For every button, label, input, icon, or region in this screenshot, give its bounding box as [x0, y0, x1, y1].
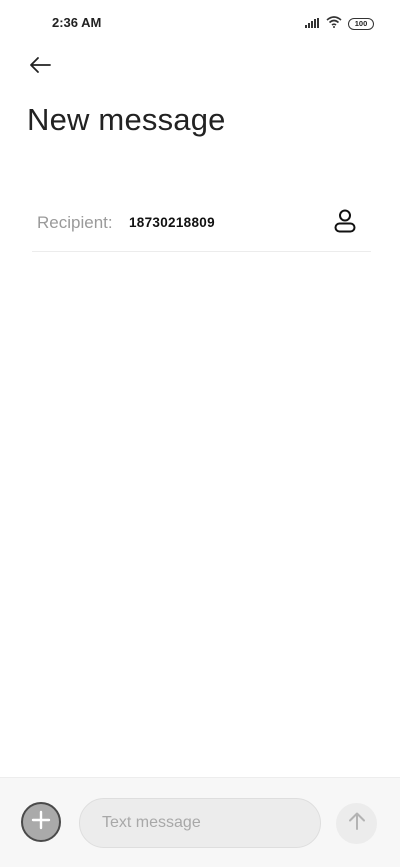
compose-bar [0, 777, 400, 867]
status-bar: 2:36 AM 100 [0, 0, 400, 46]
message-input[interactable] [79, 798, 321, 848]
status-icons: 100 [305, 15, 374, 33]
recipient-row[interactable]: Recipient: 18730218809 [32, 198, 371, 252]
recipient-label: Recipient: [37, 213, 113, 232]
send-button[interactable] [336, 803, 377, 844]
add-attachment-button[interactable] [21, 802, 61, 842]
signal-icon [305, 15, 320, 33]
arrow-left-icon [28, 56, 52, 79]
contact-picker-button[interactable] [331, 208, 359, 238]
plus-icon [31, 810, 51, 835]
person-icon [333, 208, 357, 239]
battery-icon: 100 [348, 18, 374, 30]
page-title: New message [27, 102, 226, 137]
arrow-up-icon [348, 811, 366, 836]
status-time: 2:36 AM [52, 15, 102, 30]
wifi-icon [326, 15, 342, 33]
back-button[interactable] [22, 52, 58, 82]
recipient-input[interactable]: 18730218809 [129, 215, 215, 230]
